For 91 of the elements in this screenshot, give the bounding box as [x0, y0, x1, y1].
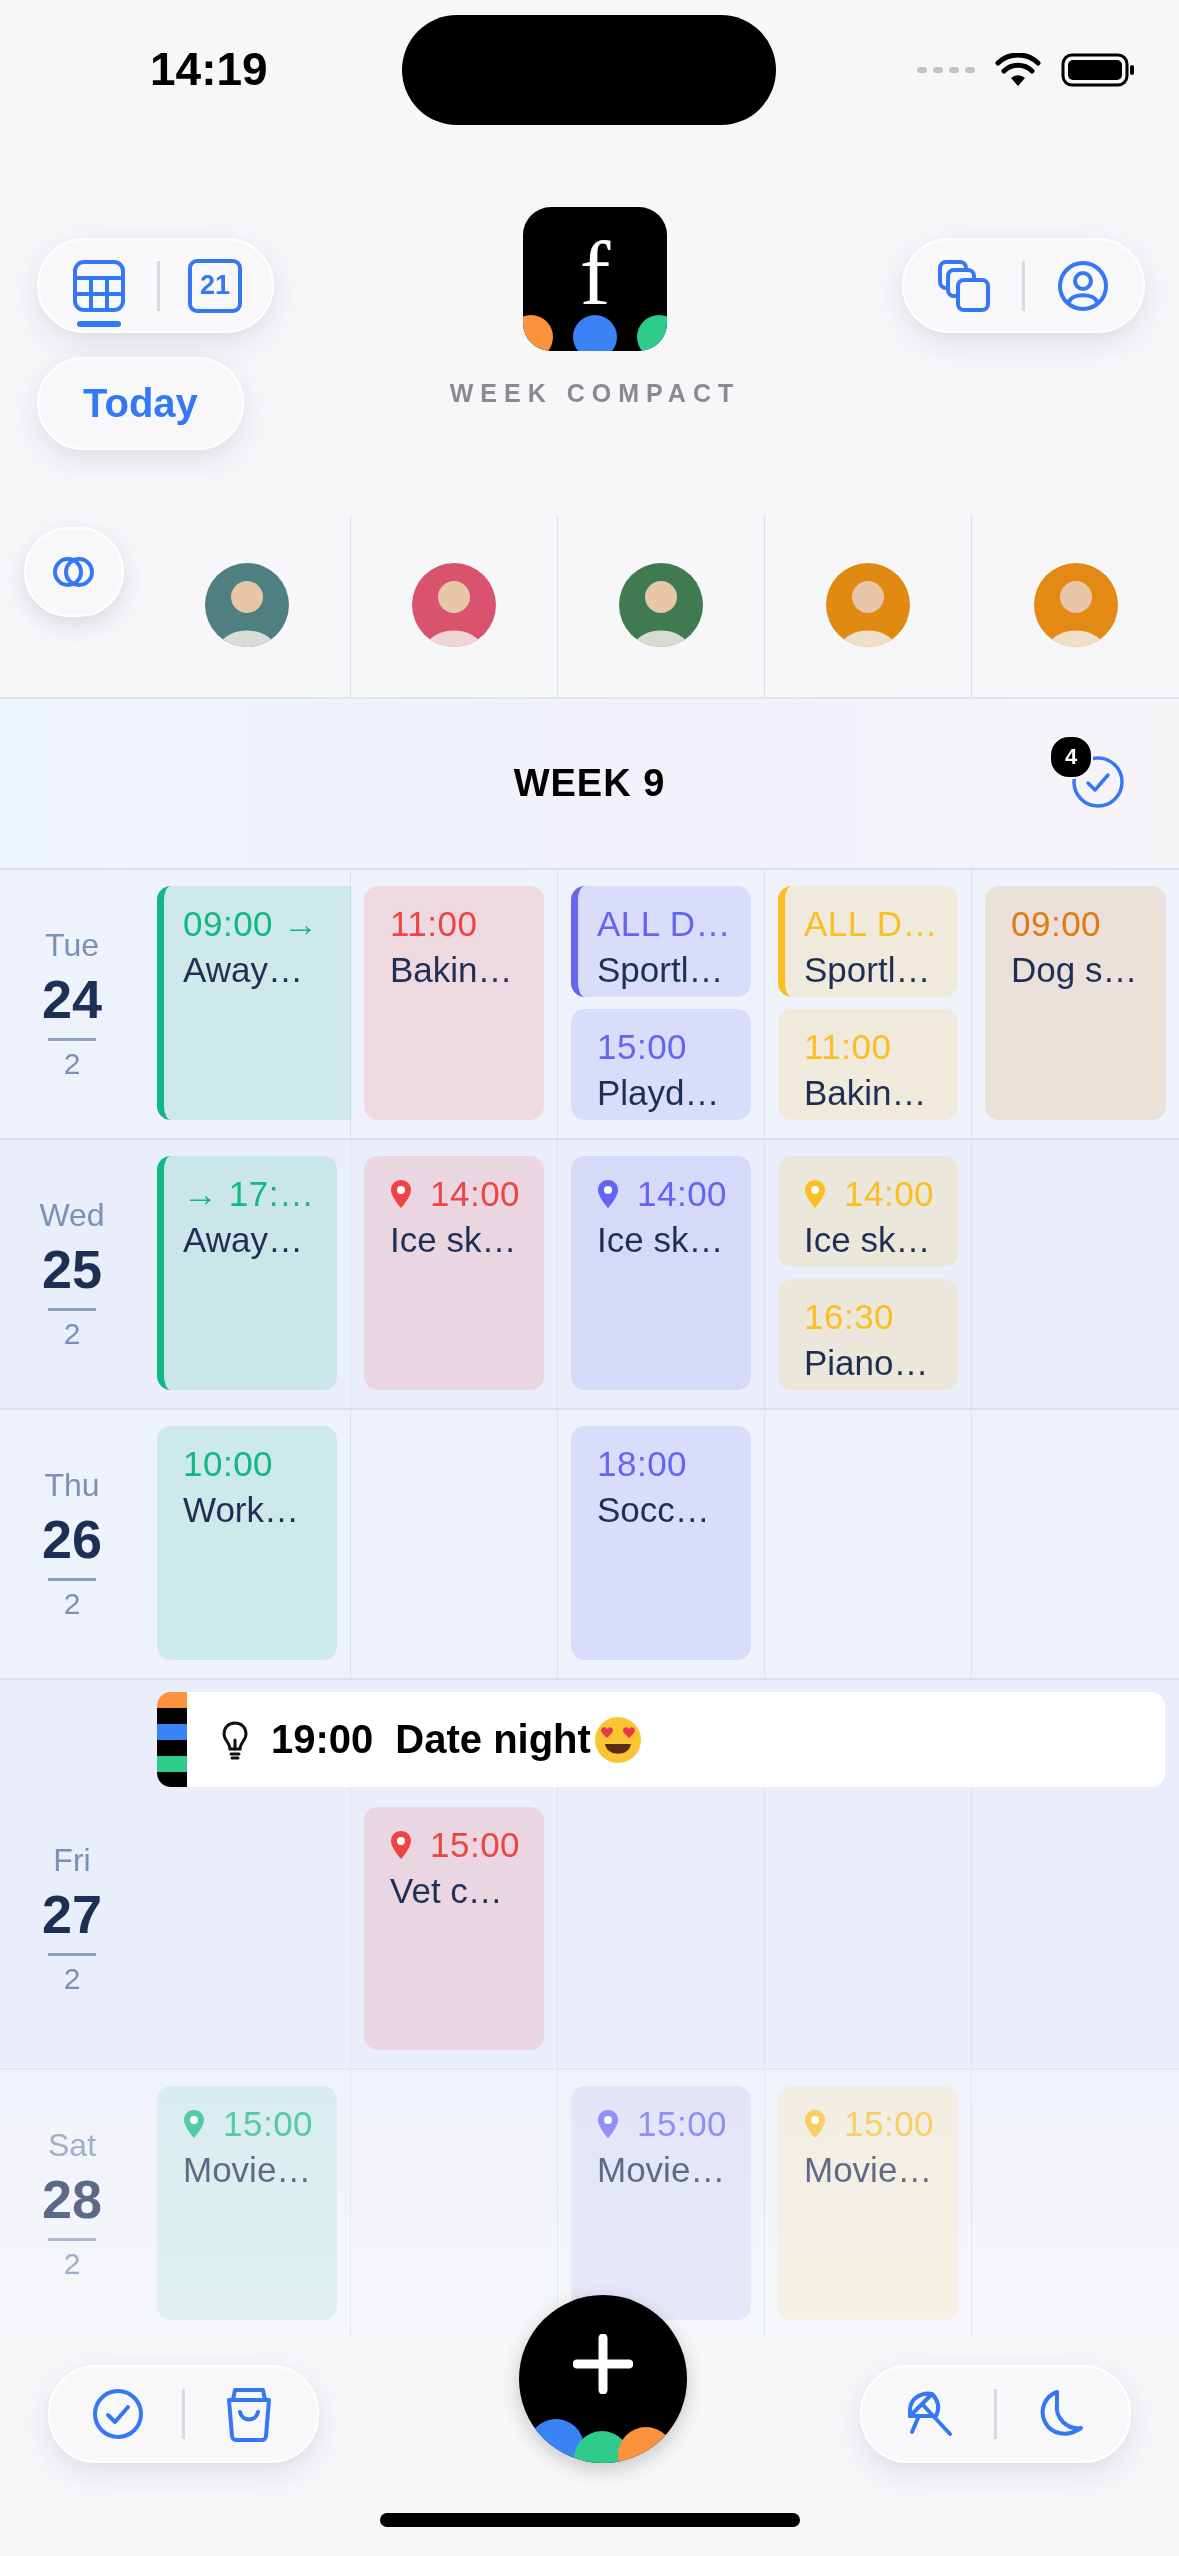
event-title: Ice sk… — [804, 1220, 932, 1260]
profile-icon — [1057, 259, 1109, 312]
event-time: 16:30 — [804, 1297, 895, 1337]
event-time: 10:00 — [183, 1444, 274, 1484]
event-time: 15:00 — [430, 1825, 521, 1865]
signal-icon — [917, 64, 975, 76]
badge-count: 4 — [1049, 735, 1093, 779]
event-card[interactable]: 14:00 Ice sk… — [364, 1156, 544, 1390]
app-title: WEEK COMPACT — [449, 379, 741, 408]
event-title: Away… — [183, 1220, 304, 1260]
bag-icon — [225, 2386, 273, 2442]
day-number: 28 — [41, 2168, 103, 2230]
status-time: 14:19 — [150, 42, 268, 96]
event-time: ALL D… — [804, 904, 938, 944]
weekday-label: Sat — [48, 2127, 96, 2164]
event-card[interactable]: 09:00 → Away… — [157, 886, 351, 1120]
event-time: 14:00 — [844, 1174, 935, 1214]
weekday-label: Tue — [45, 927, 99, 964]
event-title: Movie… — [804, 2150, 934, 2190]
wifi-icon — [995, 53, 1041, 87]
month-number: 2 — [63, 1317, 81, 1351]
today-button[interactable]: Today — [37, 357, 244, 450]
grid-icon — [72, 258, 126, 313]
app-logo: f — [523, 207, 667, 351]
event-time: 19:00 — [271, 1717, 374, 1762]
event-card[interactable]: ALL D… Sportl… — [571, 886, 751, 997]
event-title: Ice sk… — [390, 1220, 518, 1260]
day-number: 26 — [41, 1508, 103, 1570]
event-time: 18:00 — [597, 1444, 688, 1484]
week-title: WEEK 9 — [513, 762, 666, 805]
event-card[interactable]: 15:00 Movie… — [778, 2086, 958, 2320]
event-title: Vet c… — [390, 1871, 504, 1911]
weekday-label: Thu — [44, 1467, 100, 1504]
day-number: 27 — [41, 1883, 103, 1945]
event-card[interactable]: 18:00 Socc… — [571, 1426, 751, 1660]
event-title: Playd… — [597, 1073, 721, 1113]
day-number: 24 — [41, 968, 103, 1030]
plus-icon — [572, 2334, 633, 2394]
event-time: ALL D… — [597, 904, 731, 944]
event-title: Away… — [183, 950, 304, 990]
event-title: Date night — [395, 1717, 591, 1762]
layers-icon — [936, 257, 992, 314]
event-card[interactable]: 16:30 Piano… — [778, 1279, 958, 1390]
month-number: 2 — [63, 1047, 81, 1081]
event-title: Ice sk… — [597, 1220, 725, 1260]
event-card[interactable]: → 17:… Away… — [157, 1156, 337, 1390]
event-time: 09:00 → — [183, 904, 319, 944]
event-card[interactable]: 14:00 Ice sk… — [778, 1156, 958, 1267]
event-title: Piano… — [804, 1343, 930, 1383]
event-title: Sportl… — [804, 950, 932, 990]
event-time: 15:00 — [597, 1027, 688, 1067]
month-number: 2 — [63, 1587, 81, 1621]
event-card[interactable]: 10:00 Work… — [157, 1426, 337, 1660]
heart-eyes-emoji-icon — [592, 1714, 643, 1765]
check-circle-icon — [92, 2388, 144, 2440]
event-time: 11:00 — [804, 1027, 892, 1067]
month-number: 2 — [63, 2247, 81, 2281]
event-title: Bakin… — [804, 1073, 928, 1113]
event-time: 11:00 — [390, 904, 478, 944]
weekday-label: Fri — [53, 1842, 91, 1879]
event-card[interactable]: 11:00 Bakin… — [778, 1009, 958, 1120]
lightbulb-icon — [221, 1719, 249, 1760]
event-title: Movie… — [183, 2150, 313, 2190]
day-number: 25 — [41, 1238, 103, 1300]
event-time: 15:00 — [223, 2104, 314, 2144]
event-banner[interactable]: 19:00 Date night — [157, 1692, 1165, 1787]
event-title: Work… — [183, 1490, 301, 1530]
event-time: 15:00 — [844, 2104, 935, 2144]
event-card[interactable]: 15:00 Vet c… — [364, 1807, 544, 2050]
event-time: 09:00 — [1011, 904, 1102, 944]
event-card[interactable]: 15:00 Movie… — [157, 2086, 337, 2320]
event-card[interactable]: ALL D… Sportl… — [778, 886, 958, 997]
event-title: Dog s… — [1011, 950, 1139, 990]
event-title: Bakin… — [390, 950, 514, 990]
month-number: 2 — [63, 1962, 81, 1996]
event-time: → 17:… — [183, 1174, 315, 1214]
weekday-label: Wed — [39, 1197, 105, 1234]
battery-icon — [1061, 53, 1135, 87]
event-card[interactable]: 09:00 Dog s… — [985, 886, 1166, 1120]
event-title: Sportl… — [597, 950, 725, 990]
event-time: 15:00 — [637, 2104, 728, 2144]
event-card[interactable]: 11:00 Bakin… — [364, 886, 544, 1120]
event-card[interactable]: 15:00 Playd… — [571, 1009, 751, 1120]
event-time: 14:00 — [430, 1174, 521, 1214]
event-card[interactable]: 14:00 Ice sk… — [571, 1156, 751, 1390]
event-title: Socc… — [597, 1490, 711, 1530]
event-title: Movie… — [597, 2150, 727, 2190]
circles-icon — [52, 555, 96, 589]
event-card[interactable]: 15:00 Movie… — [571, 2086, 751, 2320]
calendar-date-tab[interactable]: 21 — [188, 258, 242, 313]
event-time: 14:00 — [637, 1174, 728, 1214]
